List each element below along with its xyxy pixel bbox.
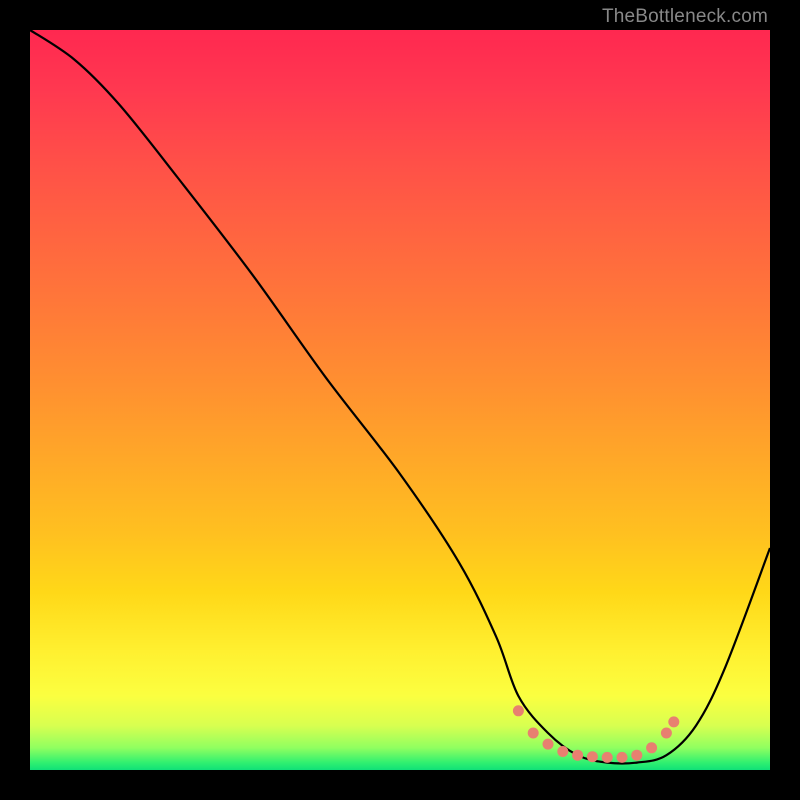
gradient-background: [30, 30, 770, 770]
plot-area: [30, 30, 770, 770]
watermark-text: TheBottleneck.com: [602, 6, 768, 28]
chart-container: TheBottleneck.com: [0, 0, 800, 800]
